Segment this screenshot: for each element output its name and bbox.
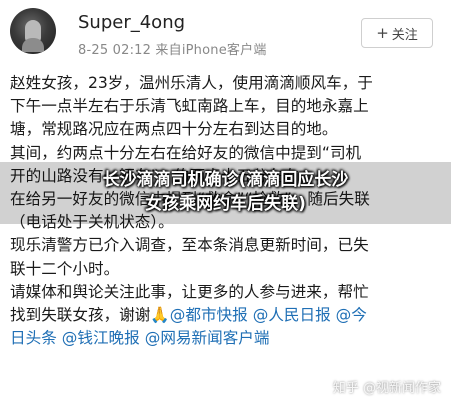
post-line: 赵姓女孩，23岁，温州乐清人，使用滴滴顺风车，于 <box>10 74 373 92</box>
mention-link[interactable]: @钱江晚报 <box>62 329 140 347</box>
post-line: 请媒体和舆论关注此事，让更多的人参与进来，帮忙 <box>10 282 369 301</box>
mention-link[interactable]: @网易新闻客户端 <box>145 329 270 347</box>
post-line: 下午一点半左右于乐清飞虹南路上车，目的地永嘉上 <box>10 97 369 116</box>
avatar-figure-body <box>22 38 44 52</box>
mention-link[interactable]: @今 <box>336 306 367 324</box>
follow-label: 关注 <box>391 27 418 43</box>
post-line-with-mentions: 日头条 @钱江晚报 @网易新闻客户端 <box>10 327 446 350</box>
post-line: 联十二个小时。 <box>10 259 120 278</box>
post-line: 塘，常规路况应在两点四十分左右到达目的地。 <box>10 120 338 139</box>
username[interactable]: Super_4ong <box>78 12 185 33</box>
post-line: 现乐清警方已介入调查，至本条消息更新时间，已失 <box>10 236 369 255</box>
follow-button[interactable]: + 关注 <box>361 18 433 48</box>
post-line-text: 找到失联女孩，谢谢🙏 <box>10 306 170 325</box>
post-header: Super_4ong 8-25 02:12 来自iPhone客户端 + 关注 <box>0 0 451 62</box>
caption-band <box>0 162 451 224</box>
mention-link-continued[interactable]: 日头条 <box>10 329 57 347</box>
watermark: 知乎 @视新闻作家 <box>332 381 441 396</box>
plus-icon: + <box>376 24 389 42</box>
mention-link[interactable]: @人民日报 <box>253 306 331 324</box>
avatar[interactable] <box>10 8 56 54</box>
post-line-with-mentions: 找到失联女孩，谢谢🙏@都市快报 @人民日报 @今 <box>10 304 446 327</box>
post-meta: 8-25 02:12 来自iPhone客户端 <box>78 43 267 58</box>
mention-link[interactable]: @都市快报 <box>170 306 248 324</box>
